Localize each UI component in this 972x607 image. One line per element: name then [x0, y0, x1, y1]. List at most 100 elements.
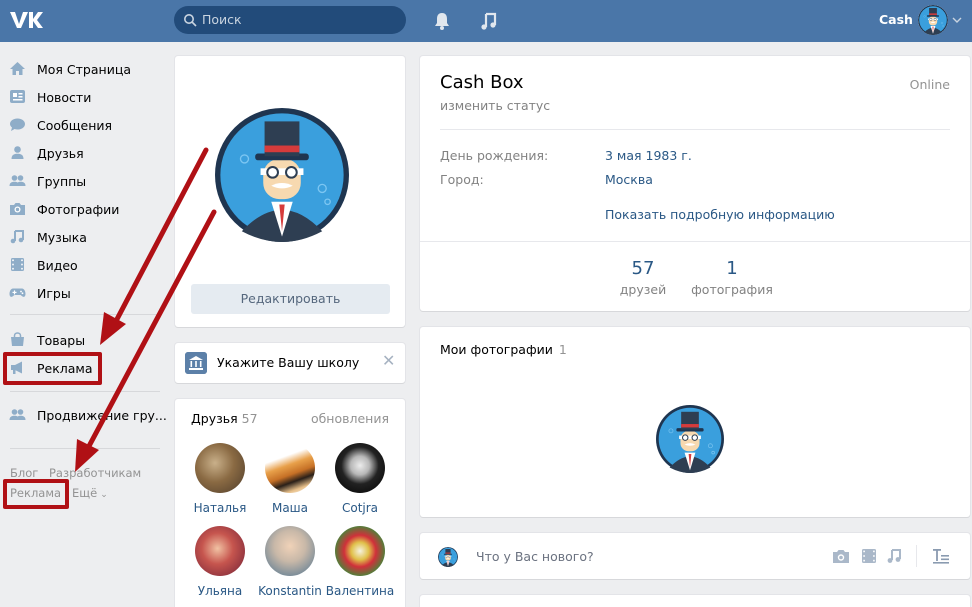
stat-label: друзей — [619, 282, 667, 297]
friend-name: Konstantin — [258, 584, 322, 598]
edit-profile-button[interactable]: Редактировать — [191, 284, 390, 314]
friend-photo — [335, 443, 385, 493]
home-icon — [10, 62, 25, 75]
menu-item-label: Новости — [37, 90, 92, 105]
friend-name: Валентина — [325, 584, 395, 598]
menu-item-groups[interactable]: Группы — [0, 168, 160, 194]
friend-photo — [265, 526, 315, 576]
header-user-name[interactable]: Cash — [879, 12, 913, 27]
menu-item-music[interactable]: Музыка — [0, 224, 160, 250]
my-photos-title-label: Мои фотографии — [440, 342, 553, 357]
city-value[interactable]: Москва — [605, 172, 653, 187]
friend-photo — [195, 526, 245, 576]
groups-icon — [9, 175, 26, 186]
school-suggestion-card[interactable]: Укажите Вашу школу ✕ — [175, 343, 405, 383]
my-photos-title[interactable]: Мои фотографии 1 — [440, 342, 567, 357]
profile-name: Cash Box — [440, 72, 524, 93]
footer-link-developers[interactable]: Разработчикам — [49, 466, 141, 480]
attach-video-icon[interactable] — [859, 547, 879, 565]
divider — [420, 241, 970, 242]
stat-value: 1 — [726, 258, 738, 279]
friend-item[interactable]: Ульяна — [185, 526, 255, 598]
attach-photo-icon[interactable] — [831, 547, 851, 565]
friends-title[interactable]: Друзья 57 — [191, 411, 258, 426]
stat-label: фотография — [691, 282, 773, 297]
footer-link-blog[interactable]: Блог — [10, 466, 38, 480]
top-header: Поиск Cash — [0, 0, 972, 42]
footer-link-more[interactable]: Ещё ⌄ — [72, 486, 108, 500]
stat-value: 57 — [631, 258, 655, 279]
stat-friends[interactable]: 57 друзей — [613, 258, 673, 297]
birthday-label: День рождения: — [440, 148, 549, 163]
menu-separator — [10, 448, 160, 449]
change-status-link[interactable]: изменить статус — [440, 98, 550, 113]
highlight-box-menu-ads — [3, 352, 102, 385]
promote-icon — [9, 409, 26, 420]
my-photos-card: Мои фотографии 1 — [420, 327, 970, 517]
friend-item[interactable]: Валентина — [325, 526, 395, 598]
friend-item[interactable]: Konstantin — [255, 526, 325, 598]
chevron-down-icon[interactable] — [952, 15, 962, 25]
menu-item-label: Видео — [37, 258, 78, 273]
menu-item-games[interactable]: Игры — [0, 280, 160, 306]
friend-item[interactable]: Cotjra — [325, 443, 395, 515]
friend-name: Наталья — [193, 501, 247, 515]
stat-photos[interactable]: 1 фотография — [687, 258, 777, 297]
music-icon — [10, 230, 24, 244]
friends-count: 57 — [241, 411, 258, 426]
menu-item-goods[interactable]: Товары — [0, 327, 160, 353]
menu-separator — [10, 391, 160, 392]
gamepad-icon — [9, 288, 26, 297]
photo-thumbnail[interactable] — [656, 395, 724, 473]
bell-icon[interactable] — [431, 10, 453, 32]
menu-item-photos[interactable]: Фотографии — [0, 196, 160, 222]
footer-more-label: Ещё — [72, 486, 98, 500]
friend-icon — [11, 146, 24, 159]
menu-item-messages[interactable]: Сообщения — [0, 112, 160, 138]
friend-item[interactable]: Наталья — [185, 443, 255, 515]
friend-item[interactable]: Маша — [255, 443, 325, 515]
menu-item-label: Товары — [37, 333, 86, 348]
post-composer-card: Что у Вас нового? — [420, 533, 970, 579]
profile-avatar-image[interactable] — [215, 96, 349, 242]
city-label: Город: — [440, 172, 484, 187]
text-format-icon[interactable] — [931, 547, 951, 565]
close-icon[interactable]: ✕ — [382, 351, 395, 370]
menu-item-label: Фотографии — [37, 202, 120, 217]
news-icon — [10, 90, 25, 103]
menu-item-my-page[interactable]: Моя Страница — [0, 56, 160, 82]
my-photos-count: 1 — [558, 342, 567, 357]
menu-item-promote[interactable]: Продвижение гру... — [0, 402, 167, 428]
menu-item-label: Моя Страница — [37, 62, 131, 77]
friends-title-label: Друзья — [191, 411, 238, 426]
post-input[interactable]: Что у Вас нового? — [476, 549, 594, 564]
menu-item-friends[interactable]: Друзья — [0, 140, 160, 166]
menu-item-video[interactable]: Видео — [0, 252, 160, 278]
search-icon — [184, 14, 197, 27]
friend-name: Маша — [271, 501, 309, 515]
friends-updates-link[interactable]: обновления — [311, 411, 389, 426]
messages-icon — [10, 118, 25, 131]
camera-icon — [10, 203, 25, 215]
composer-separator — [916, 545, 917, 567]
school-label: Укажите Вашу школу — [217, 355, 360, 370]
vk-logo-icon[interactable] — [8, 8, 44, 32]
divider — [440, 129, 950, 130]
birthday-value[interactable]: 3 мая 1983 г. — [605, 148, 692, 163]
menu-item-label: Группы — [37, 174, 87, 189]
menu-item-label: Продвижение гру... — [37, 408, 167, 423]
header-avatar[interactable] — [918, 5, 948, 35]
menu-separator — [10, 314, 160, 315]
friends-card: Друзья 57 обновления Наталья Маша Cotjra … — [175, 399, 405, 607]
menu-item-news[interactable]: Новости — [0, 84, 160, 110]
friend-name: Ульяна — [197, 584, 243, 598]
friend-photo — [265, 443, 315, 493]
show-more-info-link[interactable]: Показать подробную информацию — [605, 207, 835, 222]
attach-music-icon[interactable] — [884, 547, 904, 565]
music-note-icon[interactable] — [478, 10, 500, 32]
profile-photo-card: Редактировать — [175, 56, 405, 327]
search-input[interactable]: Поиск — [174, 6, 406, 34]
bag-icon — [11, 332, 24, 346]
composer-avatar — [438, 547, 458, 567]
highlight-box-footer-ads — [3, 479, 69, 509]
